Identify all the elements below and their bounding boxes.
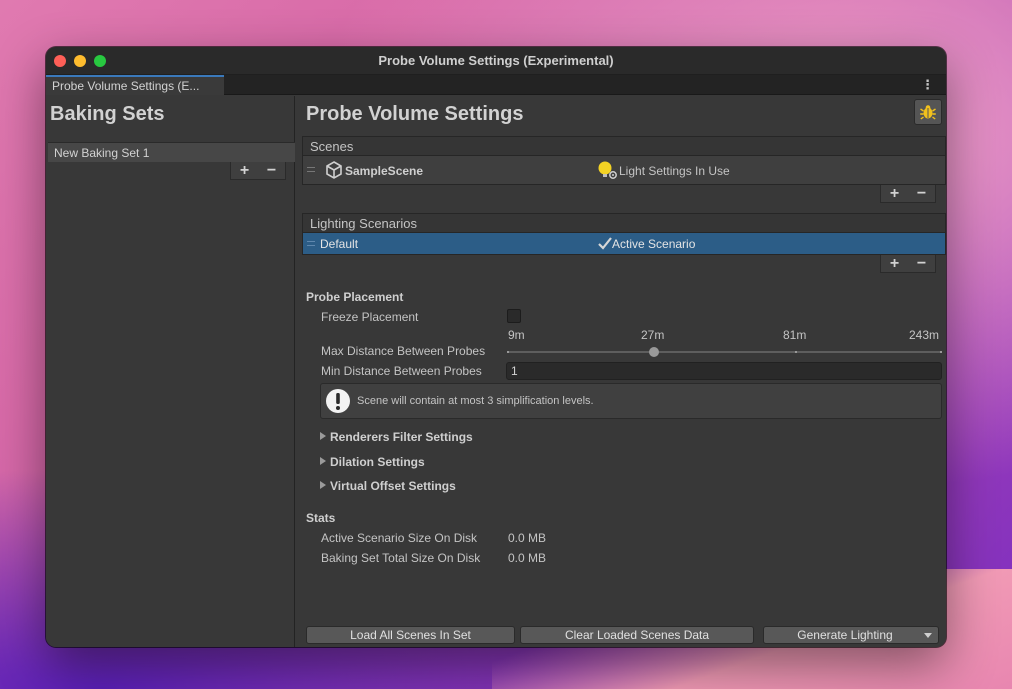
foldout-label: Renderers Filter Settings (330, 430, 473, 444)
tick-27m: 27m (641, 328, 665, 342)
info-text: Scene will contain at most 3 simplificat… (357, 395, 594, 407)
slider-tick (940, 351, 942, 353)
generate-lighting-button[interactable]: Generate Lighting (763, 626, 939, 644)
baking-sets-title: Baking Sets (50, 103, 165, 125)
light-settings-icon (598, 161, 617, 179)
foldout-label: Virtual Offset Settings (330, 479, 456, 493)
scenario-name: Default (320, 237, 359, 251)
slider-tick (795, 351, 797, 353)
total-size-label: Baking Set Total Size On Disk (321, 551, 481, 565)
generate-lighting-label: Generate Lighting (797, 628, 893, 642)
baking-set-add-remove: + − (230, 162, 286, 180)
min-distance-field[interactable]: 1 (506, 362, 942, 380)
dropdown-arrow-icon[interactable] (924, 633, 932, 638)
foldout-arrow-icon (320, 481, 326, 489)
scenes-header: Scenes (302, 136, 946, 156)
freeze-placement-checkbox[interactable] (507, 309, 521, 323)
add-scenario-button[interactable]: + (890, 255, 899, 273)
probe-volume-window: Probe Volume Settings (Experimental) Pro… (46, 47, 946, 647)
settings-pane: Probe Volume Settings Scenes SampleScene… (296, 96, 946, 647)
scenarios-add-remove: + − (880, 255, 936, 273)
scene-name: SampleScene (345, 164, 424, 178)
max-distance-label: Max Distance Between Probes (321, 344, 486, 358)
remove-baking-set-button[interactable]: − (267, 162, 276, 180)
max-distance-slider-thumb[interactable] (649, 347, 659, 357)
add-scene-button[interactable]: + (890, 185, 899, 203)
foldout-arrow-icon (320, 432, 326, 440)
kebab-menu-icon[interactable]: ⋮ (921, 77, 934, 93)
stats-header: Stats (306, 511, 336, 525)
scenario-status: Active Scenario (612, 237, 696, 251)
tick-243m: 243m (909, 328, 940, 342)
active-size-label: Active Scenario Size On Disk (321, 531, 478, 545)
foldout-arrow-icon (320, 457, 326, 465)
foldout-renderers-filter[interactable]: Renderers Filter Settings (320, 430, 473, 444)
add-baking-set-button[interactable]: + (240, 162, 249, 180)
tick-81m: 81m (783, 328, 807, 342)
foldout-dilation[interactable]: Dilation Settings (320, 455, 425, 469)
scene-lighting-status: Light Settings In Use (619, 164, 730, 178)
bug-icon (920, 105, 936, 120)
page-title: Probe Volume Settings (306, 103, 524, 125)
baking-set-item[interactable]: New Baking Set 1 (48, 142, 295, 162)
max-distance-slider[interactable] (508, 351, 942, 353)
baking-sets-pane: Baking Sets New Baking Set 1 + − (46, 96, 295, 647)
scenario-row[interactable]: Default Active Scenario (302, 233, 946, 255)
checkmark-icon (598, 237, 612, 250)
scenes-add-remove: + − (880, 185, 936, 203)
debug-view-button[interactable] (914, 99, 942, 125)
active-size-value: 0.0 MB (508, 531, 547, 545)
remove-scene-button[interactable]: − (917, 185, 926, 203)
probe-placement-header: Probe Placement (306, 290, 404, 304)
foldout-virtual-offset[interactable]: Virtual Offset Settings (320, 479, 456, 493)
drag-handle-icon[interactable] (307, 167, 315, 172)
load-all-scenes-button[interactable]: Load All Scenes In Set (306, 626, 515, 644)
min-distance-label: Min Distance Between Probes (321, 364, 482, 378)
baking-set-label: New Baking Set 1 (54, 146, 150, 160)
window-title: Probe Volume Settings (Experimental) (378, 53, 614, 68)
tick-9m: 9m (508, 328, 525, 342)
clear-loaded-scenes-button[interactable]: Clear Loaded Scenes Data (520, 626, 754, 644)
lighting-scenarios-header: Lighting Scenarios (302, 213, 946, 233)
info-icon (326, 389, 350, 413)
unity-scene-icon (326, 161, 342, 179)
info-helpbox: Scene will contain at most 3 simplificat… (320, 383, 942, 419)
tab-probe-volume-settings[interactable]: Probe Volume Settings (E... (46, 75, 224, 95)
scene-row[interactable]: SampleScene Light Settings In Use (302, 156, 946, 185)
remove-scenario-button[interactable]: − (917, 255, 926, 273)
drag-handle-icon[interactable] (307, 241, 315, 246)
slider-tick (507, 351, 509, 353)
title-bar: Probe Volume Settings (Experimental) (46, 47, 946, 75)
total-size-value: 0.0 MB (508, 551, 547, 565)
tab-strip: Probe Volume Settings (E... ⋮ (46, 75, 946, 95)
freeze-placement-label: Freeze Placement (321, 310, 419, 324)
foldout-label: Dilation Settings (330, 455, 425, 469)
